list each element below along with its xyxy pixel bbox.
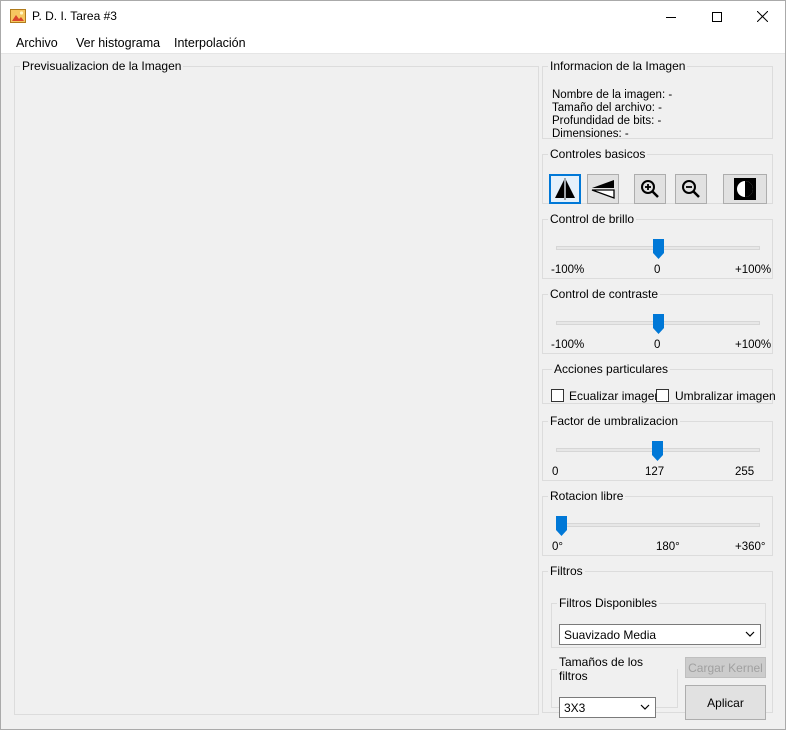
threshold-factor-mid-label: 127 <box>645 466 665 478</box>
available-filters-title: Filtros Disponibles <box>559 596 658 610</box>
info-tamano: Tamaño del archivo: - <box>552 102 662 114</box>
rotation-track <box>556 523 760 527</box>
info-title: Informacion de la Imagen <box>550 59 686 73</box>
rotation-mid-label: 180° <box>656 541 680 553</box>
app-image-icon <box>10 9 26 23</box>
rotation-max-label: +360° <box>735 541 766 553</box>
menu-bar: Archivo Ver histograma Interpolación <box>1 32 785 54</box>
brightness-title: Control de brillo <box>550 212 635 226</box>
brightness-group: Control de brillo -100% 0 +100% <box>542 212 773 279</box>
menu-interpolacion[interactable]: Interpolación <box>174 36 246 50</box>
threshold-factor-min-label: 0 <box>552 466 559 478</box>
menu-archivo[interactable]: Archivo <box>16 36 58 50</box>
invert-button[interactable] <box>723 174 767 204</box>
brightness-mid-label: 0 <box>654 264 661 276</box>
zoom-out-icon <box>682 180 700 198</box>
filter-select[interactable]: Suavizado Media <box>559 624 761 645</box>
rotation-group: Rotacion libre 0° 180° +360° <box>542 489 773 556</box>
threshold-factor-group: Factor de umbralizacion 0 127 255 <box>542 414 773 481</box>
equalize-checkbox[interactable] <box>551 389 564 402</box>
app-window: P. D. I. Tarea #3 Archivo Ver histograma… <box>0 0 786 730</box>
threshold-factor-max-label: 255 <box>735 466 755 478</box>
menu-ver-histograma[interactable]: Ver histograma <box>76 36 160 50</box>
info-group: Informacion de la Imagen Nombre de la im… <box>542 59 773 140</box>
filter-select-value: Suavizado Media <box>564 628 657 642</box>
minimize-button[interactable] <box>648 1 693 32</box>
threshold-factor-slider-thumb[interactable] <box>652 441 663 461</box>
flip-horizontal-icon <box>555 178 575 200</box>
rotation-min-label: 0° <box>552 541 563 553</box>
available-filters-group: Filtros Disponibles Suavizado Media <box>551 596 766 648</box>
minimize-icon <box>665 16 676 18</box>
window-title: P. D. I. Tarea #3 <box>32 9 117 23</box>
load-kernel-button[interactable]: Cargar Kernel <box>685 657 766 678</box>
filter-sizes-group: Tamaños de los filtros 3X3 <box>551 655 678 718</box>
actions-title: Acciones particulares <box>554 362 669 376</box>
contrast-title: Control de contraste <box>550 287 659 301</box>
contrast-slider-thumb[interactable] <box>653 314 664 334</box>
contrast-max-label: +100% <box>735 339 772 351</box>
info-nombre: Nombre de la imagen: - <box>552 89 673 101</box>
info-dimensiones: Dimensiones: - <box>552 128 629 140</box>
close-button[interactable] <box>740 1 785 32</box>
contrast-mid-label: 0 <box>654 339 661 351</box>
contrast-group: Control de contraste -100% 0 +100% <box>542 287 773 354</box>
basic-controls-group: Controles basicos <box>542 147 773 204</box>
maximize-icon <box>711 11 722 22</box>
filter-sizes-title: Tamaños de los filtros <box>559 655 644 683</box>
flip-vertical-icon <box>591 180 615 199</box>
preview-title: Previsualizacion de la Imagen <box>22 59 182 73</box>
equalize-label: Ecualizar imagen <box>569 389 662 403</box>
zoom-in-button[interactable] <box>634 174 666 204</box>
chevron-down-icon <box>640 704 650 710</box>
threshold-checkbox[interactable] <box>656 389 669 402</box>
maximize-button[interactable] <box>694 1 739 32</box>
filter-size-value: 3X3 <box>564 701 586 715</box>
invert-icon <box>734 178 756 200</box>
filters-group: Filtros Filtros Disponibles Suavizado Me… <box>542 564 773 720</box>
flip-vertical-button[interactable] <box>587 174 619 204</box>
brightness-slider-thumb[interactable] <box>653 239 664 259</box>
brightness-min-label: -100% <box>551 264 585 276</box>
brightness-max-label: +100% <box>735 264 772 276</box>
threshold-label: Umbralizar imagen <box>675 389 776 403</box>
close-icon <box>757 11 768 22</box>
title-bar: P. D. I. Tarea #3 <box>1 1 785 32</box>
contrast-min-label: -100% <box>551 339 585 351</box>
rotation-slider-thumb[interactable] <box>556 516 567 536</box>
zoom-in-icon <box>641 180 659 198</box>
rotation-title: Rotacion libre <box>550 489 624 503</box>
actions-group: Acciones particulares Ecualizar imagen U… <box>542 362 776 404</box>
info-profundidad: Profundidad de bits: - <box>552 115 662 127</box>
filters-title: Filtros <box>550 564 583 578</box>
basic-controls-title: Controles basicos <box>550 147 646 161</box>
zoom-out-button[interactable] <box>675 174 707 204</box>
threshold-factor-title: Factor de umbralizacion <box>550 414 679 428</box>
chevron-down-icon <box>745 631 755 637</box>
preview-group: Previsualizacion de la Imagen <box>14 59 539 715</box>
filter-size-select[interactable]: 3X3 <box>559 697 656 718</box>
apply-button[interactable]: Aplicar <box>685 685 766 720</box>
flip-horizontal-button[interactable] <box>549 174 581 204</box>
